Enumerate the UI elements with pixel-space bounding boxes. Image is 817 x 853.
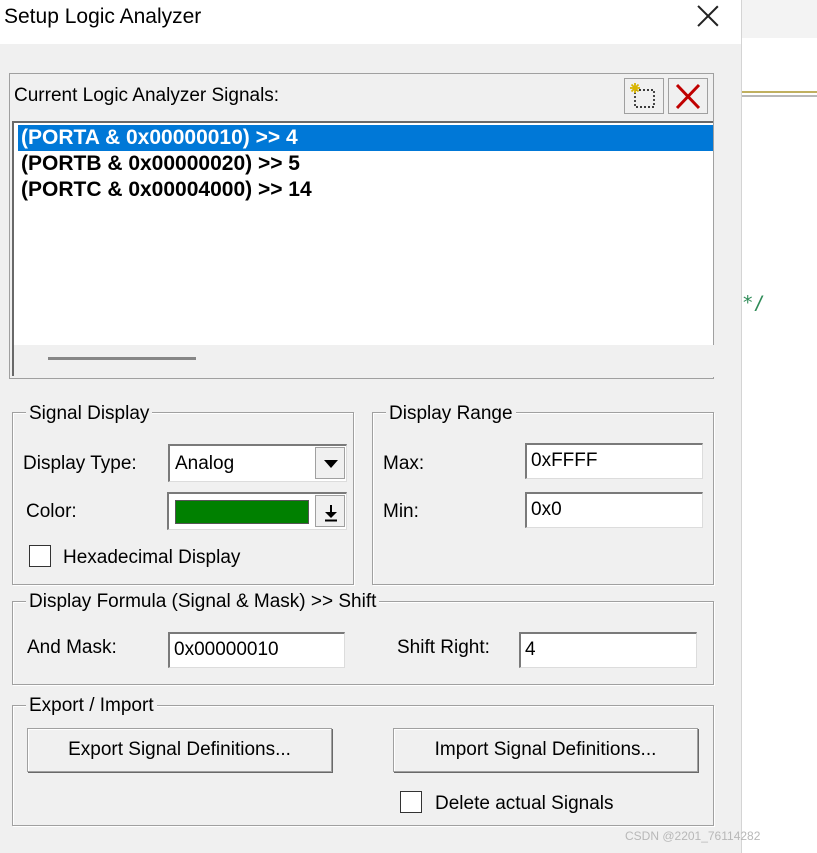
- shift-right-input[interactable]: 4: [519, 632, 697, 668]
- display-type-select[interactable]: Analog: [168, 444, 347, 482]
- min-label: Min:: [383, 501, 419, 522]
- new-signal-button[interactable]: [624, 78, 664, 114]
- editor-tab-bar: [742, 0, 817, 38]
- dialog-bottom-edge: [0, 849, 741, 853]
- new-signal-icon: [630, 83, 655, 108]
- background-editor: */: [741, 0, 817, 853]
- arrow-down-bar-icon: [325, 505, 337, 522]
- signals-panel: Current Logic Analyzer Signals: (PORTA &…: [9, 73, 715, 379]
- window-title: Setup Logic Analyzer: [4, 5, 202, 28]
- import-signal-definitions-button[interactable]: Import Signal Definitions...: [393, 728, 698, 772]
- signals-panel-label: Current Logic Analyzer Signals:: [14, 85, 280, 106]
- color-select[interactable]: [167, 492, 347, 530]
- setup-logic-analyzer-dialog: Setup Logic Analyzer Current Logic Analy…: [0, 0, 741, 853]
- min-input[interactable]: 0x0: [525, 492, 703, 528]
- scrollbar-thumb[interactable]: [48, 357, 196, 360]
- max-input[interactable]: 0xFFFF: [525, 443, 703, 479]
- color-label: Color:: [26, 501, 77, 522]
- delete-actual-signals-checkbox[interactable]: [400, 791, 422, 813]
- display-range-legend: Display Range: [386, 403, 516, 425]
- editor-divider: [742, 91, 817, 93]
- dropdown-button[interactable]: [315, 447, 345, 479]
- horizontal-scrollbar[interactable]: [14, 345, 715, 377]
- signal-list-item[interactable]: (PORTA & 0x00000010) >> 4: [18, 125, 713, 151]
- and-mask-input[interactable]: 0x00000010: [168, 632, 345, 668]
- close-icon[interactable]: [692, 0, 724, 32]
- signal-display-legend: Signal Display: [26, 403, 153, 425]
- export-import-legend: Export / Import: [26, 695, 157, 717]
- delete-actual-signals-label[interactable]: Delete actual Signals: [435, 793, 614, 815]
- hexadecimal-display-label[interactable]: Hexadecimal Display: [63, 547, 240, 569]
- display-type-value: Analog: [175, 453, 235, 474]
- watermark: CSDN @2201_76114282: [625, 829, 761, 843]
- display-formula-legend: Display Formula (Signal & Mask) >> Shift: [26, 591, 380, 613]
- editor-code-fragment: */: [742, 292, 765, 314]
- delete-signal-icon: [675, 83, 701, 110]
- signal-list-item[interactable]: (PORTC & 0x00004000) >> 14: [18, 177, 713, 203]
- max-label: Max:: [383, 453, 425, 474]
- title-bar: Setup Logic Analyzer: [0, 0, 741, 44]
- display-type-label: Display Type:: [23, 453, 137, 474]
- dropdown-button[interactable]: [315, 495, 345, 527]
- delete-signal-button[interactable]: [668, 78, 708, 114]
- and-mask-label: And Mask:: [27, 637, 117, 658]
- hexadecimal-display-checkbox[interactable]: [29, 545, 51, 567]
- export-signal-definitions-button[interactable]: Export Signal Definitions...: [27, 728, 332, 772]
- color-swatch: [175, 500, 309, 524]
- signal-list[interactable]: (PORTA & 0x00000010) >> 4 (PORTB & 0x000…: [12, 121, 715, 377]
- signal-list-item[interactable]: (PORTB & 0x00000020) >> 5: [18, 151, 713, 177]
- editor-divider: [742, 95, 817, 97]
- chevron-down-icon: [324, 460, 338, 468]
- shift-right-label: Shift Right:: [397, 637, 490, 658]
